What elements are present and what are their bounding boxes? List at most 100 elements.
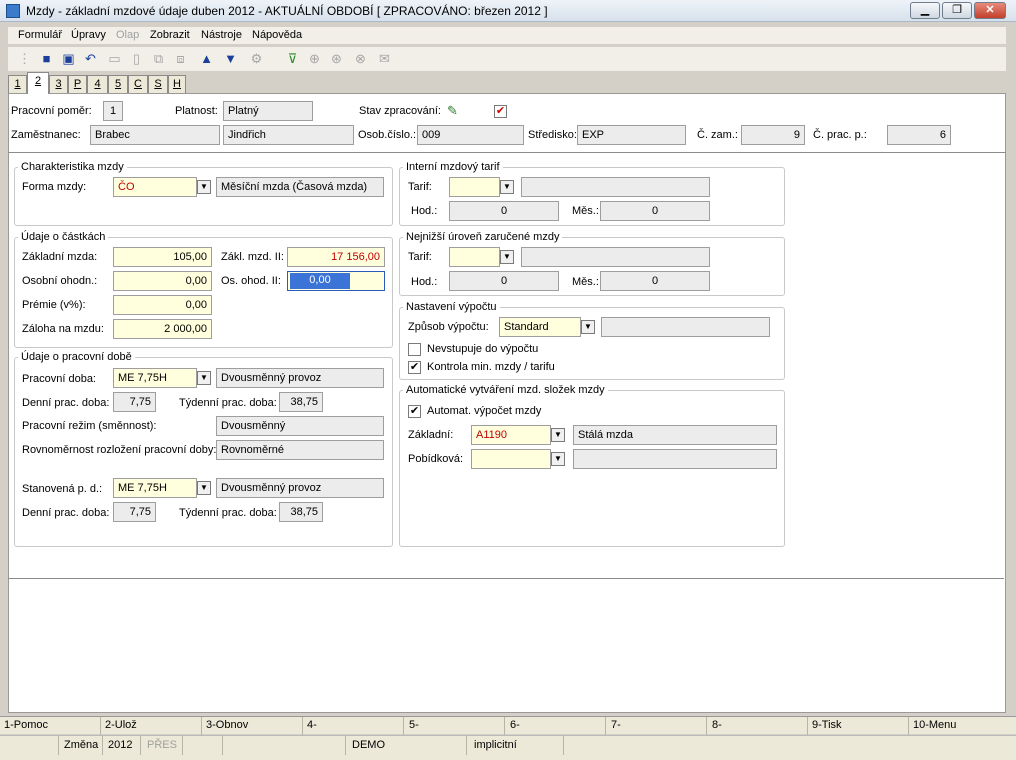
osob-cislo-field[interactable]: 009 [417, 125, 524, 145]
nevstupuje-checkbox[interactable] [408, 343, 421, 356]
save-all-icon[interactable]: ▣ [60, 50, 77, 67]
interni-tarif-desc[interactable] [521, 177, 710, 197]
minimize-button[interactable]: ▁ [910, 2, 940, 19]
fkey-divider [807, 717, 808, 735]
fkey-2[interactable]: 2-Ulož [105, 719, 137, 731]
platnost-field[interactable]: Platný [223, 101, 313, 121]
document-icon[interactable]: ✎ [447, 103, 462, 118]
menu-upravy[interactable]: Úpravy [71, 29, 106, 41]
nejnizsi-tarif-dropdown-icon[interactable]: ▼ [500, 250, 514, 264]
status-bar: Změna 2012 PŘES DEMO implicitní [0, 735, 1016, 760]
automat-zakladni-field[interactable]: A1190 [471, 425, 551, 445]
open-folder-icon[interactable]: ▭ [106, 50, 123, 67]
premie-field[interactable]: 0,00 [113, 295, 212, 315]
arrow-down-icon[interactable]: ▼ [222, 50, 239, 67]
tab-p[interactable]: P [68, 75, 87, 93]
mail-icon[interactable]: ✉ [376, 50, 393, 67]
tab-s[interactable]: S [148, 75, 168, 93]
forma-mzdy-field[interactable]: ČO [113, 177, 197, 197]
save-icon[interactable]: ■ [38, 50, 55, 67]
tydenni-prac-doba-2-field[interactable]: 38,75 [279, 502, 323, 522]
copy-icon[interactable]: ⧉ [150, 50, 167, 67]
jmeno-field[interactable]: Jindřich [223, 125, 354, 145]
menu-nastroje[interactable]: Nástroje [201, 29, 242, 41]
menu-napoveda[interactable]: Nápověda [252, 29, 302, 41]
kontrola-checkbox[interactable]: ✔ [408, 361, 421, 374]
nejnizsi-tarif-field[interactable] [449, 247, 500, 267]
pracovni-doba-field[interactable]: ME 7,75H [113, 368, 197, 388]
denni-prac-doba-field[interactable]: 7,75 [113, 392, 156, 412]
nejnizsi-hod-field[interactable]: 0 [449, 271, 559, 291]
denni-prac-doba-2-field[interactable]: 7,75 [113, 502, 156, 522]
fkey-3[interactable]: 3-Obnov [206, 719, 248, 731]
tab-5[interactable]: 5 [108, 75, 128, 93]
pracovni-doba-dropdown-icon[interactable]: ▼ [197, 371, 211, 385]
binoculars-icon[interactable]: ⊕ [306, 50, 323, 67]
stanovena-pd-desc[interactable]: Dvousměnný provoz [216, 478, 384, 498]
interni-tarif-field[interactable] [449, 177, 500, 197]
find-next-icon[interactable]: ⊛ [328, 50, 345, 67]
pracovni-rezim-field[interactable]: Dvousměnný [216, 416, 384, 436]
forma-mzdy-dropdown-icon[interactable]: ▼ [197, 180, 211, 194]
nejnizsi-mes-field[interactable]: 0 [600, 271, 710, 291]
fkey-9[interactable]: 9-Tisk [812, 719, 842, 731]
prijmeni-field[interactable]: Brabec [90, 125, 220, 145]
find-prev-icon[interactable]: ⊗ [352, 50, 369, 67]
os-ohod-ii-field[interactable]: 0,00 [287, 271, 385, 291]
nejnizsi-tarif-desc[interactable] [521, 247, 710, 267]
pobidkova-desc[interactable] [573, 449, 777, 469]
charakteristika-title: Charakteristika mzdy [18, 161, 127, 173]
interni-hod-field[interactable]: 0 [449, 201, 559, 221]
automat-vypocet-checkbox[interactable]: ✔ [408, 405, 421, 418]
menu-zobrazit[interactable]: Zobrazit [150, 29, 190, 41]
tydenni-prac-doba-field[interactable]: 38,75 [279, 392, 323, 412]
fkey-8[interactable]: 8- [712, 719, 722, 731]
new-document-icon[interactable]: ▯ [128, 50, 145, 67]
automat-zakladni-desc[interactable]: Stálá mzda [573, 425, 777, 445]
stanovena-pd-field[interactable]: ME 7,75H [113, 478, 197, 498]
tab-c[interactable]: C [128, 75, 148, 93]
tab-2[interactable]: 2 [27, 72, 49, 94]
stredisko-field[interactable]: EXP [577, 125, 686, 145]
forma-mzdy-desc[interactable]: Měsíční mzda (Časová mzda) [216, 177, 384, 197]
restore-button[interactable]: ❐ [942, 2, 972, 19]
rovnomernost-field[interactable]: Rovnoměrné [216, 440, 384, 460]
zakl-mzd-ii-field[interactable]: 17 156,00 [287, 247, 385, 267]
interni-mes-field[interactable]: 0 [600, 201, 710, 221]
zpusob-vypoctu-field[interactable]: Standard [499, 317, 581, 337]
fkey-5[interactable]: 5- [409, 719, 419, 731]
tree-icon[interactable]: ⋮ [16, 50, 33, 67]
zaloha-field[interactable]: 2 000,00 [113, 319, 212, 339]
arrow-up-icon[interactable]: ▲ [198, 50, 215, 67]
pobidkova-dropdown-icon[interactable]: ▼ [551, 452, 565, 466]
pracovni-pomer-field[interactable]: 1 [103, 101, 123, 121]
c-prac-p-field[interactable]: 6 [887, 125, 951, 145]
fkey-6[interactable]: 6- [510, 719, 520, 731]
stav-zpracovani-checkbox[interactable]: ✔ [494, 105, 507, 118]
zpusob-vypoctu-desc[interactable] [601, 317, 770, 337]
undo-icon[interactable]: ↶ [82, 50, 99, 67]
c-zam-field[interactable]: 9 [741, 125, 805, 145]
menu-olap[interactable]: Olap [116, 29, 139, 41]
menu-formular[interactable]: Formulář [18, 29, 62, 41]
stanovena-pd-dropdown-icon[interactable]: ▼ [197, 481, 211, 495]
zakladni-mzda-field[interactable]: 105,00 [113, 247, 212, 267]
tab-3[interactable]: 3 [49, 75, 68, 93]
pobidkova-field[interactable] [471, 449, 551, 469]
osobni-ohodn-field[interactable]: 0,00 [113, 271, 212, 291]
close-button[interactable]: ✕ [974, 2, 1006, 19]
zpusob-vypoctu-dropdown-icon[interactable]: ▼ [581, 320, 595, 334]
filter-icon[interactable]: ⊽ [284, 50, 301, 67]
tools-icon[interactable]: ⚙ [248, 50, 265, 67]
tab-1[interactable]: 1 [8, 75, 27, 93]
tab-h[interactable]: H [168, 75, 186, 93]
fkey-10[interactable]: 10-Menu [913, 719, 956, 731]
fkey-1[interactable]: 1-Pomoc [4, 719, 48, 731]
tab-4[interactable]: 4 [87, 75, 108, 93]
automat-zakladni-dropdown-icon[interactable]: ▼ [551, 428, 565, 442]
pracovni-doba-desc[interactable]: Dvousměnný provoz [216, 368, 384, 388]
interni-tarif-dropdown-icon[interactable]: ▼ [500, 180, 514, 194]
fkey-7[interactable]: 7- [611, 719, 621, 731]
paste-icon[interactable]: ⧈ [172, 50, 189, 67]
fkey-4[interactable]: 4- [307, 719, 317, 731]
